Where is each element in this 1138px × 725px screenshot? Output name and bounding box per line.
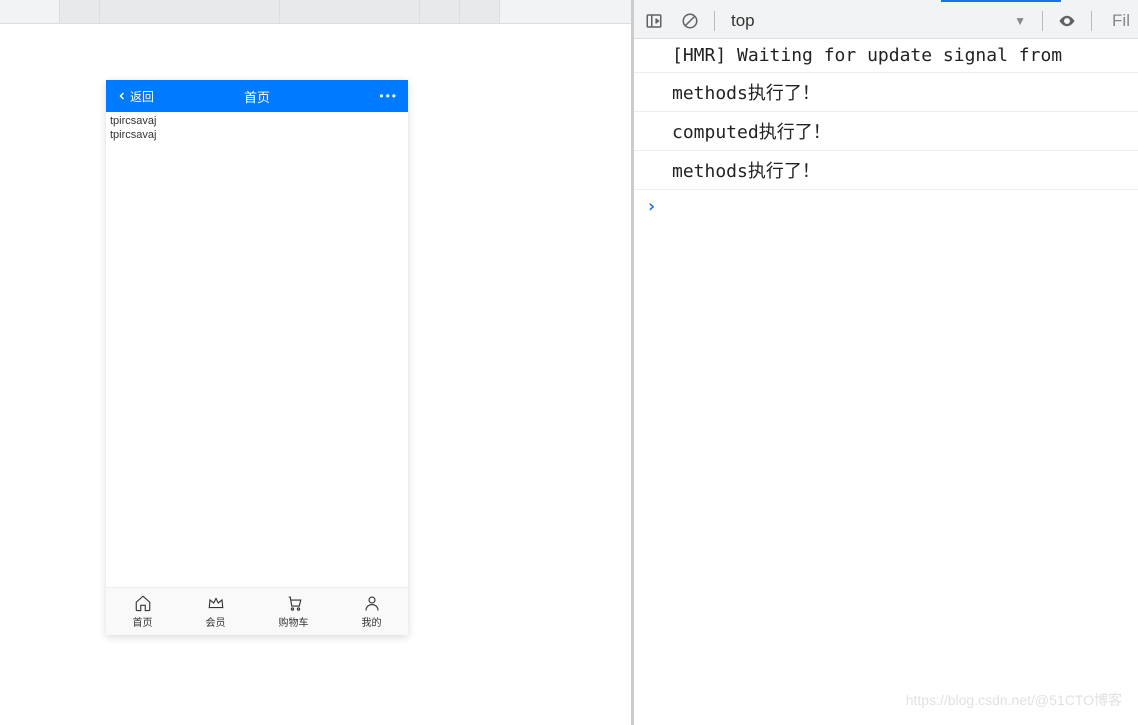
sidebar-icon [645, 12, 663, 30]
browser-tab[interactable] [420, 0, 460, 23]
active-tab-indicator [941, 0, 1061, 2]
browser-tab[interactable] [60, 0, 100, 23]
mobile-content: tpircsavaj tpircsavaj [106, 112, 408, 587]
tabbar-item-home[interactable]: 首页 [133, 594, 153, 629]
user-icon [363, 594, 381, 612]
crown-icon [207, 594, 225, 612]
filter-wrapper: Fil [1104, 11, 1130, 31]
live-expression-button[interactable] [1055, 9, 1079, 33]
home-icon [134, 594, 152, 612]
chevron-left-icon [116, 90, 128, 102]
toggle-sidebar-button[interactable] [642, 9, 666, 33]
content-line: tpircsavaj [110, 128, 404, 142]
tabbar-label: 首页 [133, 614, 153, 629]
tabbar-label: 会员 [206, 614, 226, 629]
preview-panel: 返回 首页 ••• tpircsavaj tpircsavaj 首页 会员 [0, 0, 632, 725]
tab-spacer [0, 0, 60, 23]
console-log-line: computed执行了！ [634, 112, 1138, 151]
chevron-down-icon: ▼ [1014, 14, 1026, 28]
mobile-simulator: 返回 首页 ••• tpircsavaj tpircsavaj 首页 会员 [106, 80, 408, 635]
content-line: tpircsavaj [110, 114, 404, 128]
browser-tab[interactable] [100, 0, 280, 23]
browser-tab-strip [0, 0, 631, 24]
filter-input[interactable]: Fil [1112, 11, 1130, 30]
no-entry-icon [681, 12, 699, 30]
console-toolbar: top ▼ Fil [634, 3, 1138, 39]
tabbar-item-cart[interactable]: 购物车 [279, 594, 309, 629]
tabbar-label: 购物车 [279, 614, 309, 629]
more-button[interactable]: ••• [379, 89, 398, 103]
mobile-tabbar: 首页 会员 购物车 我的 [106, 587, 408, 635]
clear-console-button[interactable] [678, 9, 702, 33]
toolbar-divider [1091, 11, 1092, 31]
console-prompt[interactable]: › [634, 190, 1138, 223]
back-label: 返回 [130, 88, 154, 105]
context-label: top [731, 11, 755, 31]
tabbar-item-member[interactable]: 会员 [206, 594, 226, 629]
console-log-line: methods执行了！ [634, 73, 1138, 112]
app-root: 返回 首页 ••• tpircsavaj tpircsavaj 首页 会员 [0, 0, 1138, 725]
tabbar-item-profile[interactable]: 我的 [362, 594, 382, 629]
toolbar-divider [714, 11, 715, 31]
eye-icon [1058, 12, 1076, 30]
console-output: [HMR] Waiting for update signal from met… [634, 39, 1138, 725]
console-log-line: methods执行了！ [634, 151, 1138, 190]
browser-tab[interactable] [280, 0, 420, 23]
prompt-chevron-icon: › [646, 196, 657, 217]
toolbar-divider [1042, 11, 1043, 31]
back-button[interactable]: 返回 [116, 88, 154, 105]
watermark: https://blog.csdn.net/@51CTO博客 [906, 690, 1122, 710]
execution-context-selector[interactable]: top ▼ [727, 11, 1030, 31]
mobile-navbar: 返回 首页 ••• [106, 80, 408, 112]
tabbar-label: 我的 [362, 614, 382, 629]
cart-icon [285, 594, 303, 612]
devtools-panel: top ▼ Fil [HMR] Waiting for update signa… [632, 0, 1138, 725]
console-log-line: [HMR] Waiting for update signal from [634, 39, 1138, 73]
mobile-page-title: 首页 [244, 87, 270, 106]
browser-tab[interactable] [460, 0, 500, 23]
